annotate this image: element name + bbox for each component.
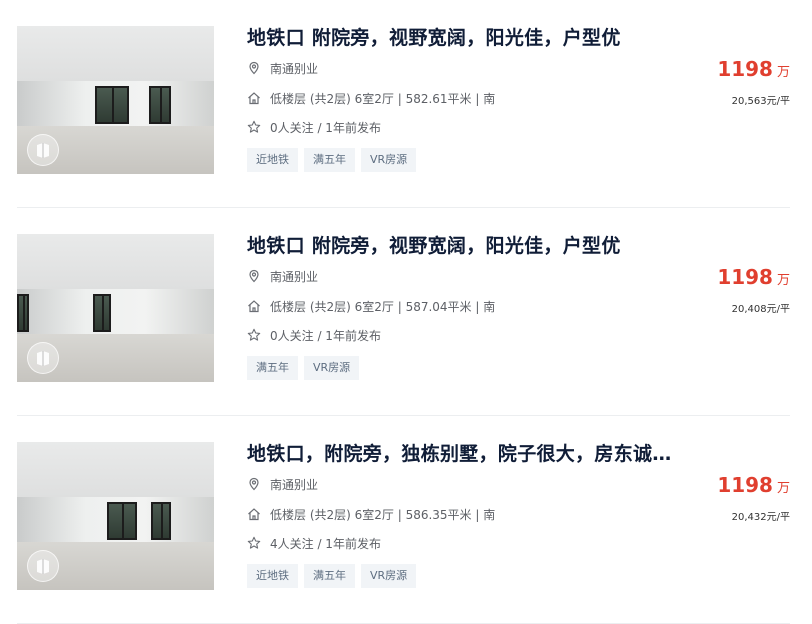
listing-house-info: 低楼层 (共2层) 6室2厅 | 587.04平米 | 南: [247, 297, 495, 315]
listing-tags: 近地铁 满五年 VR房源: [247, 564, 422, 588]
photo-ceiling: [17, 26, 214, 81]
photo-window: [151, 502, 171, 540]
unit-price: 20,432元/平: [731, 512, 790, 523]
listing-card: 地铁口 附院旁，视野宽阔，阳光佳，户型优 南通别业 低楼层 (共2层) 6室2厅…: [0, 208, 812, 416]
photo-window: [149, 86, 171, 124]
total-price: 1198 万: [717, 265, 790, 289]
follow-info-text: 4人关注 / 1年前发布: [270, 536, 381, 551]
listing-tag: VR房源: [361, 148, 417, 172]
listing-region[interactable]: 南通别业: [247, 475, 318, 493]
star-icon: [247, 120, 261, 134]
follow-info-text: 0人关注 / 1年前发布: [270, 328, 381, 343]
location-pin-icon: [247, 477, 261, 491]
unit-price: 20,563元/平: [731, 96, 790, 107]
listing-follow-info: 0人关注 / 1年前发布: [247, 326, 381, 344]
listing-tag: 近地铁: [247, 564, 298, 588]
listing-tag: 满五年: [247, 356, 298, 380]
listing-title[interactable]: 地铁口，附院旁，独栋别墅，院子很大，房东诚…: [247, 439, 672, 466]
total-price-unit: 万: [776, 273, 790, 288]
vr-badge-icon[interactable]: [27, 134, 59, 166]
listing-photo[interactable]: [17, 26, 214, 174]
location-pin-icon: [247, 269, 261, 283]
photo-window: [95, 86, 129, 124]
total-price-value: 1198: [717, 57, 773, 81]
listing-follow-info: 0人关注 / 1年前发布: [247, 118, 381, 136]
house-icon: [247, 91, 261, 105]
region-name: 南通别业: [270, 269, 319, 284]
listing-tag: VR房源: [304, 356, 360, 380]
house-icon: [247, 507, 261, 521]
listing-photo[interactable]: [17, 234, 214, 382]
listing-tag: VR房源: [361, 564, 417, 588]
region-name: 南通别业: [270, 61, 319, 76]
listing-region[interactable]: 南通别业: [247, 59, 318, 77]
listing-title[interactable]: 地铁口 附院旁，视野宽阔，阳光佳，户型优: [247, 231, 621, 258]
listing-tag: 满五年: [304, 148, 355, 172]
listing-card: 地铁口 附院旁，视野宽阔，阳光佳，户型优 南通别业 低楼层 (共2层) 6室2厅…: [0, 0, 812, 208]
total-price-value: 1198: [717, 473, 773, 497]
photo-window: [93, 294, 111, 332]
total-price-value: 1198: [717, 265, 773, 289]
photo-ceiling: [17, 442, 214, 497]
star-icon: [247, 328, 261, 342]
location-pin-icon: [247, 61, 261, 75]
house-icon: [247, 299, 261, 313]
listing-tags: 近地铁 满五年 VR房源: [247, 148, 422, 172]
vr-badge-icon[interactable]: [27, 550, 59, 582]
listing-tag: 近地铁: [247, 148, 298, 172]
follow-info-text: 0人关注 / 1年前发布: [270, 120, 381, 135]
region-name: 南通别业: [270, 477, 319, 492]
listing-region[interactable]: 南通别业: [247, 267, 318, 285]
listing-card: 地铁口，附院旁，独栋别墅，院子很大，房东诚… 南通别业 低楼层 (共2层) 6室…: [0, 416, 812, 624]
house-info-text: 低楼层 (共2层) 6室2厅 | 586.35平米 | 南: [270, 507, 496, 522]
total-price-unit: 万: [776, 65, 790, 80]
house-info-text: 低楼层 (共2层) 6室2厅 | 582.61平米 | 南: [270, 91, 496, 106]
house-info-text: 低楼层 (共2层) 6室2厅 | 587.04平米 | 南: [270, 299, 496, 314]
listing-photo[interactable]: [17, 442, 214, 590]
listing-house-info: 低楼层 (共2层) 6室2厅 | 582.61平米 | 南: [247, 89, 495, 107]
listing-house-info: 低楼层 (共2层) 6室2厅 | 586.35平米 | 南: [247, 505, 495, 523]
total-price-unit: 万: [776, 481, 790, 496]
photo-window: [107, 502, 137, 540]
unit-price: 20,408元/平: [731, 304, 790, 315]
listing-tag: 满五年: [304, 564, 355, 588]
total-price: 1198 万: [717, 57, 790, 81]
star-icon: [247, 536, 261, 550]
listing-follow-info: 4人关注 / 1年前发布: [247, 534, 381, 552]
listing-tags: 满五年 VR房源: [247, 356, 365, 380]
vr-badge-icon[interactable]: [27, 342, 59, 374]
photo-window: [17, 294, 29, 332]
photo-wall: [17, 289, 214, 334]
photo-ceiling: [17, 234, 214, 289]
listing-title[interactable]: 地铁口 附院旁，视野宽阔，阳光佳，户型优: [247, 23, 621, 50]
total-price: 1198 万: [717, 473, 790, 497]
